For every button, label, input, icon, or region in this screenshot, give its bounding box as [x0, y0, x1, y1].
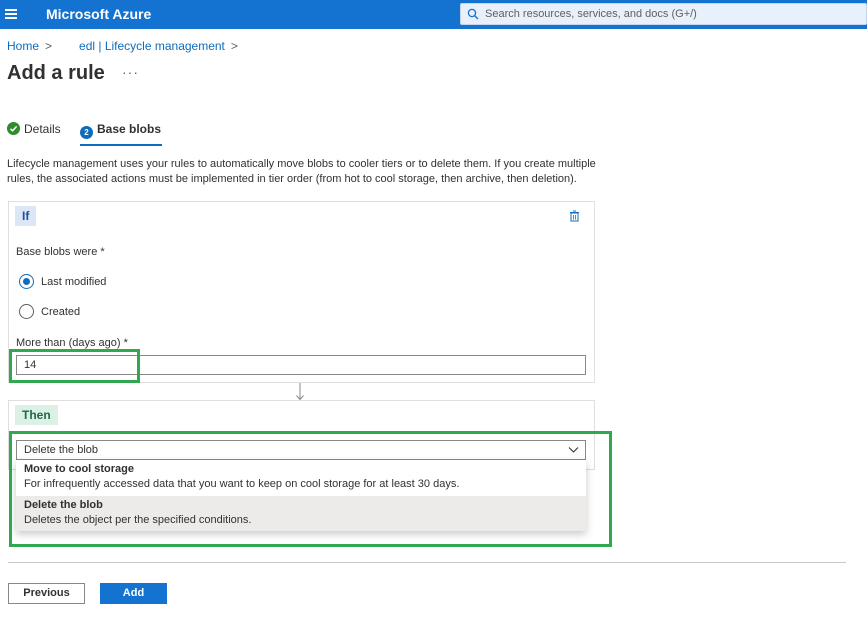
highlight-box-action — [9, 431, 612, 547]
checkmark-icon — [7, 122, 20, 135]
tab-base-blobs-label: Base blobs — [97, 122, 162, 136]
radio-created[interactable] — [19, 304, 34, 319]
trash-icon[interactable] — [569, 210, 580, 222]
more-options-button[interactable]: ··· — [122, 64, 139, 80]
highlight-box-days — [9, 349, 140, 383]
previous-button[interactable]: Previous — [8, 583, 85, 604]
page-title: Add a rule — [7, 62, 105, 84]
if-chip: If — [15, 206, 37, 226]
tab-details[interactable]: Details — [7, 122, 61, 144]
search-input[interactable] — [485, 6, 855, 22]
base-blobs-label: Base blobs were * — [16, 246, 105, 258]
tab-details-label: Details — [24, 122, 61, 136]
menu-icon[interactable] — [5, 7, 17, 21]
breadcrumb-home[interactable]: Home — [7, 39, 39, 53]
tab-base-blobs[interactable]: 2 Base blobs — [80, 122, 162, 146]
global-search[interactable] — [460, 3, 867, 25]
add-button[interactable]: Add — [100, 583, 167, 604]
search-icon — [467, 8, 479, 20]
footer-divider — [8, 562, 846, 563]
radio-last-modified[interactable] — [19, 274, 34, 289]
step-number-badge: 2 — [80, 126, 93, 139]
then-chip: Then — [15, 405, 58, 425]
description-text: Lifecycle management uses your rules to … — [7, 158, 596, 185]
arrow-down-icon — [296, 383, 304, 401]
radio-created-label[interactable]: Created — [41, 306, 80, 318]
top-bar: Microsoft Azure — [0, 0, 867, 29]
breadcrumb-separator: > — [230, 39, 238, 53]
breadcrumb-separator: > — [45, 39, 53, 53]
breadcrumb-lifecycle[interactable]: edl | Lifecycle management — [79, 39, 225, 53]
active-tab-underline — [80, 144, 162, 146]
breadcrumb: Home > edl | Lifecycle management > — [7, 39, 245, 53]
radio-last-modified-label[interactable]: Last modified — [41, 276, 106, 288]
brand-title[interactable]: Microsoft Azure — [46, 6, 151, 22]
days-ago-label: More than (days ago) * — [16, 337, 128, 349]
